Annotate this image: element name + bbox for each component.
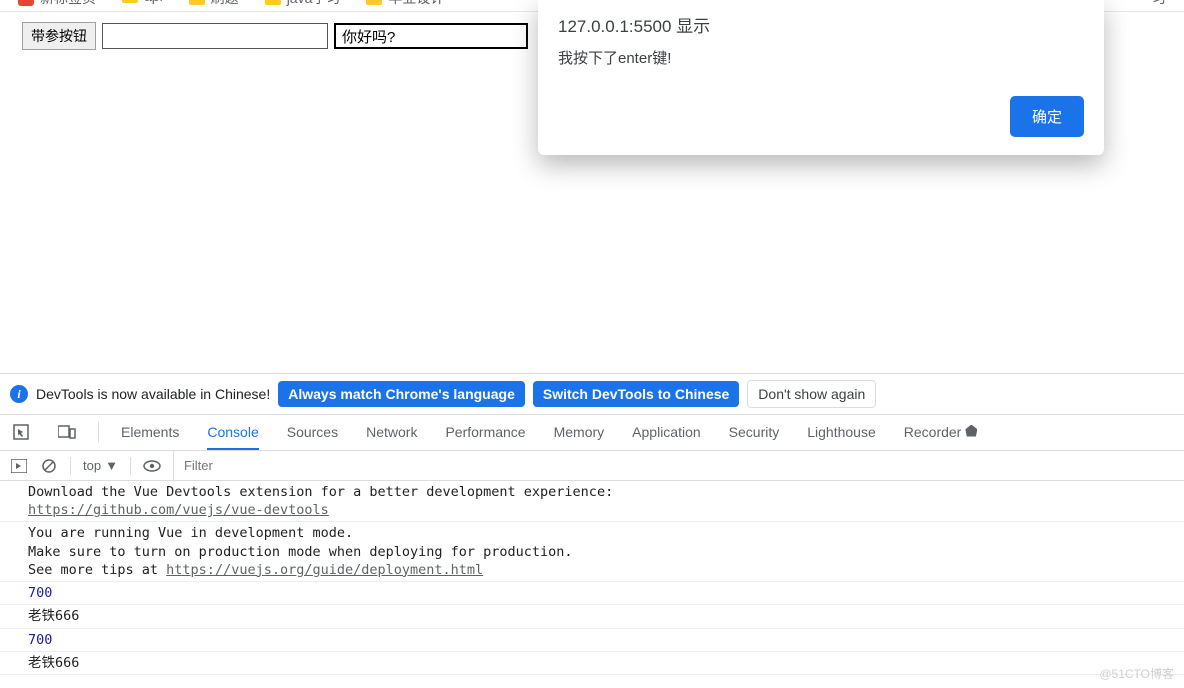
devtools-language-banner: i DevTools is now available in Chinese! …: [0, 373, 1184, 415]
banner-text: DevTools is now available in Chinese!: [36, 386, 270, 402]
live-expression-icon[interactable]: [143, 457, 161, 475]
log-entry: 老铁666: [0, 652, 1184, 675]
chevron-down-icon: ▼: [105, 458, 118, 473]
alert-message: 我按下了enter键!: [558, 47, 1084, 68]
tab-application[interactable]: Application: [632, 414, 701, 450]
log-entry: 700: [0, 582, 1184, 605]
tab-security[interactable]: Security: [729, 414, 780, 450]
filter-input[interactable]: [173, 451, 1174, 480]
dont-show-again-button[interactable]: Don't show again: [747, 380, 876, 408]
log-entry: You are running Vue in development mode.…: [0, 522, 1184, 582]
tab-performance[interactable]: Performance: [445, 414, 525, 450]
log-link[interactable]: https://vuejs.org/guide/deployment.html: [166, 562, 483, 578]
text-input-2[interactable]: [334, 23, 528, 49]
toggle-drawer-icon[interactable]: [10, 457, 28, 475]
tab-network[interactable]: Network: [366, 414, 417, 450]
inspect-icon[interactable]: [12, 423, 30, 441]
bookmark-item[interactable]: 刷题: [189, 0, 239, 8]
alert-title: 127.0.0.1:5500 显示: [558, 12, 1084, 37]
bookmark-item[interactable]: java学习: [265, 0, 341, 8]
info-icon: i: [10, 385, 28, 403]
separator: [70, 457, 71, 475]
devtools-tabs: Elements Console Sources Network Perform…: [0, 413, 1184, 451]
separator: [98, 422, 99, 442]
flask-icon: [965, 425, 977, 437]
log-entry: Download the Vue Devtools extension for …: [0, 481, 1184, 522]
bookmark-item[interactable]: 新标签页: [18, 0, 96, 8]
folder-icon: [122, 0, 138, 3]
folder-icon: [366, 0, 382, 5]
folder-icon: [265, 0, 281, 5]
log-entry: 老铁666: [0, 605, 1184, 628]
folder-icon: [189, 0, 205, 5]
tab-icon: [18, 0, 34, 6]
tab-lighthouse[interactable]: Lighthouse: [807, 414, 876, 450]
alert-ok-button[interactable]: 确定: [1010, 96, 1084, 137]
switch-devtools-button[interactable]: Switch DevTools to Chinese: [533, 381, 739, 407]
log-entry: 700: [0, 629, 1184, 652]
alert-dialog: 127.0.0.1:5500 显示 我按下了enter键! 确定: [538, 0, 1104, 155]
bookmark-item[interactable]: api: [122, 0, 163, 4]
param-button[interactable]: 带参按钮: [22, 22, 96, 50]
text-input-1[interactable]: [102, 23, 328, 49]
console-toolbar: top ▼: [0, 451, 1184, 481]
bookmark-item[interactable]: 习: [1152, 0, 1166, 8]
bookmark-item[interactable]: 毕业设计: [366, 0, 444, 8]
tab-memory[interactable]: Memory: [554, 414, 605, 450]
tab-elements[interactable]: Elements: [121, 414, 179, 450]
tab-console[interactable]: Console: [207, 414, 258, 450]
separator: [130, 457, 131, 475]
context-selector[interactable]: top ▼: [83, 458, 118, 473]
console-log: Download the Vue Devtools extension for …: [0, 481, 1184, 688]
log-link[interactable]: https://github.com/vuejs/vue-devtools: [28, 502, 329, 518]
always-match-button[interactable]: Always match Chrome's language: [278, 381, 525, 407]
watermark: @51CTO博客: [1099, 665, 1174, 682]
tab-sources[interactable]: Sources: [287, 414, 338, 450]
device-toggle-icon[interactable]: [58, 423, 76, 441]
clear-console-icon[interactable]: [40, 457, 58, 475]
tab-recorder[interactable]: Recorder: [904, 414, 978, 450]
